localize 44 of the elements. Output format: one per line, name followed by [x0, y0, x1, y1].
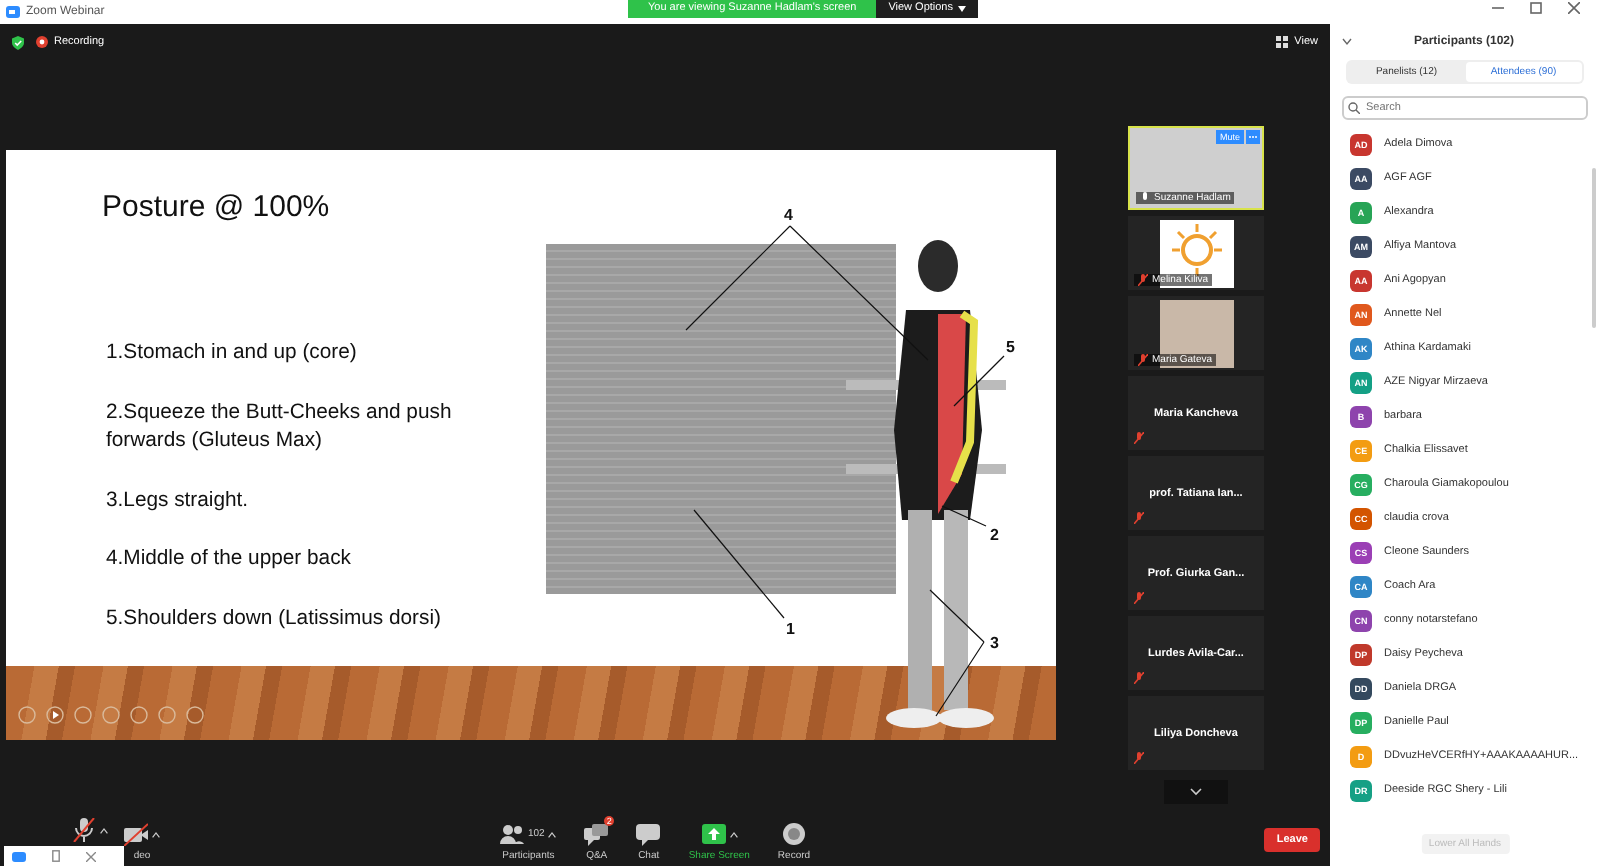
slide-bullet-point: 3.Legs straight.: [106, 487, 251, 516]
close-icon: [86, 851, 96, 861]
close-icon: [1568, 2, 1580, 14]
slide-title: Posture @ 100%: [102, 190, 330, 224]
callout-number: 1: [786, 620, 795, 638]
window-icon: [52, 850, 60, 862]
callout-number: 5: [1006, 338, 1015, 356]
leader-line: [929, 589, 985, 717]
shield-icon: [12, 35, 24, 49]
search-icon: [1348, 102, 1360, 114]
microphone-icon: [72, 818, 96, 842]
caret-icon: [957, 6, 965, 12]
slide-bullet-point: 1.Stomach in and up (core): [106, 340, 359, 368]
callout-number: 3: [990, 634, 999, 652]
share-screen-icon: [701, 822, 726, 846]
mic-toolbar-button[interactable]: [72, 818, 108, 842]
chevron-down-icon: [1190, 788, 1202, 796]
minimize-icon: [1492, 2, 1504, 14]
people-icon: [500, 822, 524, 846]
callout-number: 4: [784, 206, 793, 224]
speech-bubbles-icon: [584, 822, 609, 846]
slide-bullet-point: 5.Shoulders down (Latissimus dorsi): [106, 605, 443, 634]
play-icon: [46, 706, 64, 724]
slide-bullet-point: 2.Squeeze the Butt-Cheeks and push forwards (Gluteus Max): [106, 399, 454, 457]
callout-number: 2: [990, 526, 999, 544]
app-logo-icon: [6, 6, 20, 18]
scrollbar[interactable]: [1592, 168, 1596, 328]
leader-line: [953, 355, 1005, 407]
recording-icon: [36, 36, 48, 48]
app-logo-icon: [12, 851, 26, 861]
scroll-down-button[interactable]: [1164, 780, 1228, 804]
slide-bullet-point: 4.Middle of the upper back: [106, 546, 353, 575]
leader-line: [941, 505, 987, 527]
leader-line: [693, 509, 785, 619]
record-icon: [781, 822, 806, 846]
caret-up-icon: [152, 831, 160, 837]
caret-up-icon: [729, 831, 738, 837]
video-camera-icon: [124, 822, 148, 846]
caret-up-icon: [548, 831, 557, 837]
maximize-icon: [1530, 2, 1542, 14]
chat-bubble-icon: [636, 822, 661, 846]
chevron-down-icon: [1342, 38, 1352, 46]
grid-icon: [1276, 36, 1289, 48]
caret-up-icon: [100, 827, 108, 833]
